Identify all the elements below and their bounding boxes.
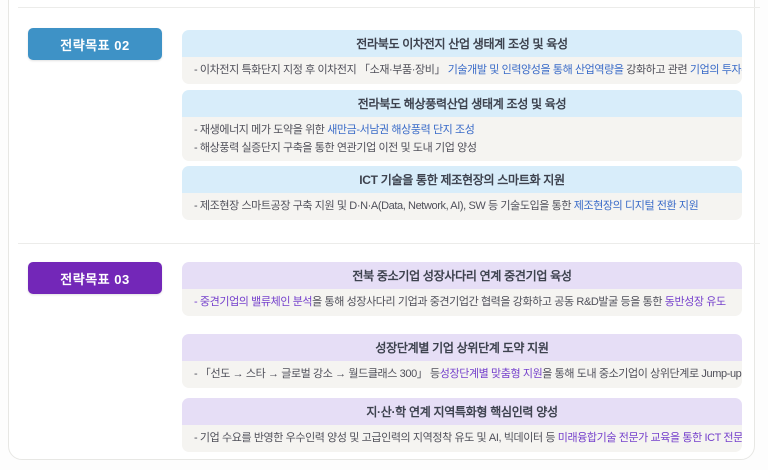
section-secondary-battery: 전라북도 이차전지 산업 생태계 조성 및 육성 - 이차전지 특화단지 지정 …	[182, 30, 742, 84]
section-body: - 제조현장 스마트공장 구축 지원 및 D·N·A(Data, Network…	[182, 193, 742, 220]
body-highlight-text: 기술개발 및 인력양성을 통해 산업역량을	[447, 64, 627, 76]
body-text: 을 통해 성장사다리 기업과 중견기업간 협력을 강화하고 공동 R&D발굴 등…	[312, 296, 665, 308]
section-title: 전북 중소기업 성장사다리 연계 중견기업 육성	[182, 262, 742, 289]
section-mid-size-company: 전북 중소기업 성장사다리 연계 중견기업 육성 - 중견기업의 밸류체인 분석…	[182, 262, 742, 316]
body-text: - 해상풍력 실증단지 구축을 통한 연관기업 이전 및 도내 기업 양성	[194, 142, 477, 154]
body-highlight-text: 미래융합기술 전문가 교육을 통한 ICT 전문인력 양성	[557, 432, 742, 444]
strategy-goal-03-badge: 전략목표 03	[28, 262, 162, 294]
section-body: - 기업 수요를 반영한 우수인력 양성 및 고급인력의 지역정착 유도 및 A…	[182, 425, 742, 452]
body-text: - 「선도 → 스타 → 글로벌 강소 → 월드클래스 300」 등	[194, 368, 440, 380]
section-title: 지·산·학 연계 지역특화형 핵심인력 양성	[182, 398, 742, 425]
body-text: 을 통해 도내 중소기업이 상위단계로 Jump-up 하도록 지원	[542, 368, 742, 380]
section-title: 전라북도 이차전지 산업 생태계 조성 및 육성	[182, 30, 742, 57]
section-body: - 「선도 → 스타 → 글로벌 강소 → 월드클래스 300」 등성장단계별 …	[182, 361, 742, 388]
body-text: - 기업 수요를 반영한 우수인력 양성 및 고급인력의 지역정착 유도 및 A…	[194, 432, 558, 444]
body-text: - 제조현장 스마트공장 구축 지원 및 D·N·A(Data, Network…	[194, 200, 574, 212]
section-ict-smart-factory: ICT 기술을 통한 제조현장의 스마트화 지원 - 제조현장 스마트공장 구축…	[182, 166, 742, 220]
body-line: - 이차전지 특화단지 지정 후 이차전지 「소재·부품·장비」 기술개발 및 …	[194, 57, 742, 84]
body-line: - 재생에너지 메가 도약을 위한 새만금-서남권 해상풍력 단지 조성	[194, 121, 730, 139]
section-title: ICT 기술을 통한 제조현장의 스마트화 지원	[182, 166, 742, 193]
body-text: 강화하고 관련	[626, 64, 690, 76]
body-highlight-text: 동반성장 유도	[664, 296, 726, 308]
top-divider	[18, 7, 760, 8]
body-line: - 해상풍력 실증단지 구축을 통한 연관기업 이전 및 도내 기업 양성	[194, 139, 730, 157]
group-divider	[18, 243, 760, 244]
section-offshore-wind: 전라북도 해상풍력산업 생태계 조성 및 육성 - 재생에너지 메가 도약을 위…	[182, 90, 742, 161]
section-body: - 중견기업의 밸류체인 분석을 통해 성장사다리 기업과 중견기업간 협력을 …	[182, 289, 742, 316]
body-line: - 기업 수요를 반영한 우수인력 양성 및 고급인력의 지역정착 유도 및 A…	[194, 425, 742, 452]
body-text: - 재생에너지 메가 도약을 위한	[194, 124, 328, 136]
body-highlight-text: 새만금-서남권 해상풍력 단지 조성	[327, 124, 475, 136]
section-growth-stage-support: 성장단계별 기업 상위단계 도약 지원 - 「선도 → 스타 → 글로벌 강소 …	[182, 334, 742, 388]
section-title: 전라북도 해상풍력산업 생태계 조성 및 육성	[182, 90, 742, 117]
section-title: 성장단계별 기업 상위단계 도약 지원	[182, 334, 742, 361]
body-line: - 중견기업의 밸류체인 분석을 통해 성장사다리 기업과 중견기업간 협력을 …	[194, 289, 730, 316]
body-highlight-text: 기업의 투자유치를 지원	[689, 64, 742, 76]
body-line: - 「선도 → 스타 → 글로벌 강소 → 월드클래스 300」 등성장단계별 …	[194, 361, 742, 388]
body-highlight-text: 제조현장의 디지털 전환 지원	[573, 200, 699, 212]
body-highlight-text: 성장단계별 맞춤형 지원	[439, 368, 543, 380]
strategy-goal-02-badge: 전략목표 02	[28, 28, 162, 60]
section-body: - 이차전지 특화단지 지정 후 이차전지 「소재·부품·장비」 기술개발 및 …	[182, 57, 742, 84]
body-text: - 이차전지 특화단지 지정 후 이차전지 「소재·부품·장비」	[194, 64, 448, 76]
section-talent-training: 지·산·학 연계 지역특화형 핵심인력 양성 - 기업 수요를 반영한 우수인력…	[182, 398, 742, 452]
page: 전략목표 02 전라북도 이차전지 산업 생태계 조성 및 육성 - 이차전지 …	[0, 0, 768, 470]
body-line: - 제조현장 스마트공장 구축 지원 및 D·N·A(Data, Network…	[194, 193, 730, 220]
section-body: - 재생에너지 메가 도약을 위한 새만금-서남권 해상풍력 단지 조성 - 해…	[182, 117, 742, 161]
body-highlight-text: - 중견기업의 밸류체인 분석	[194, 296, 313, 308]
